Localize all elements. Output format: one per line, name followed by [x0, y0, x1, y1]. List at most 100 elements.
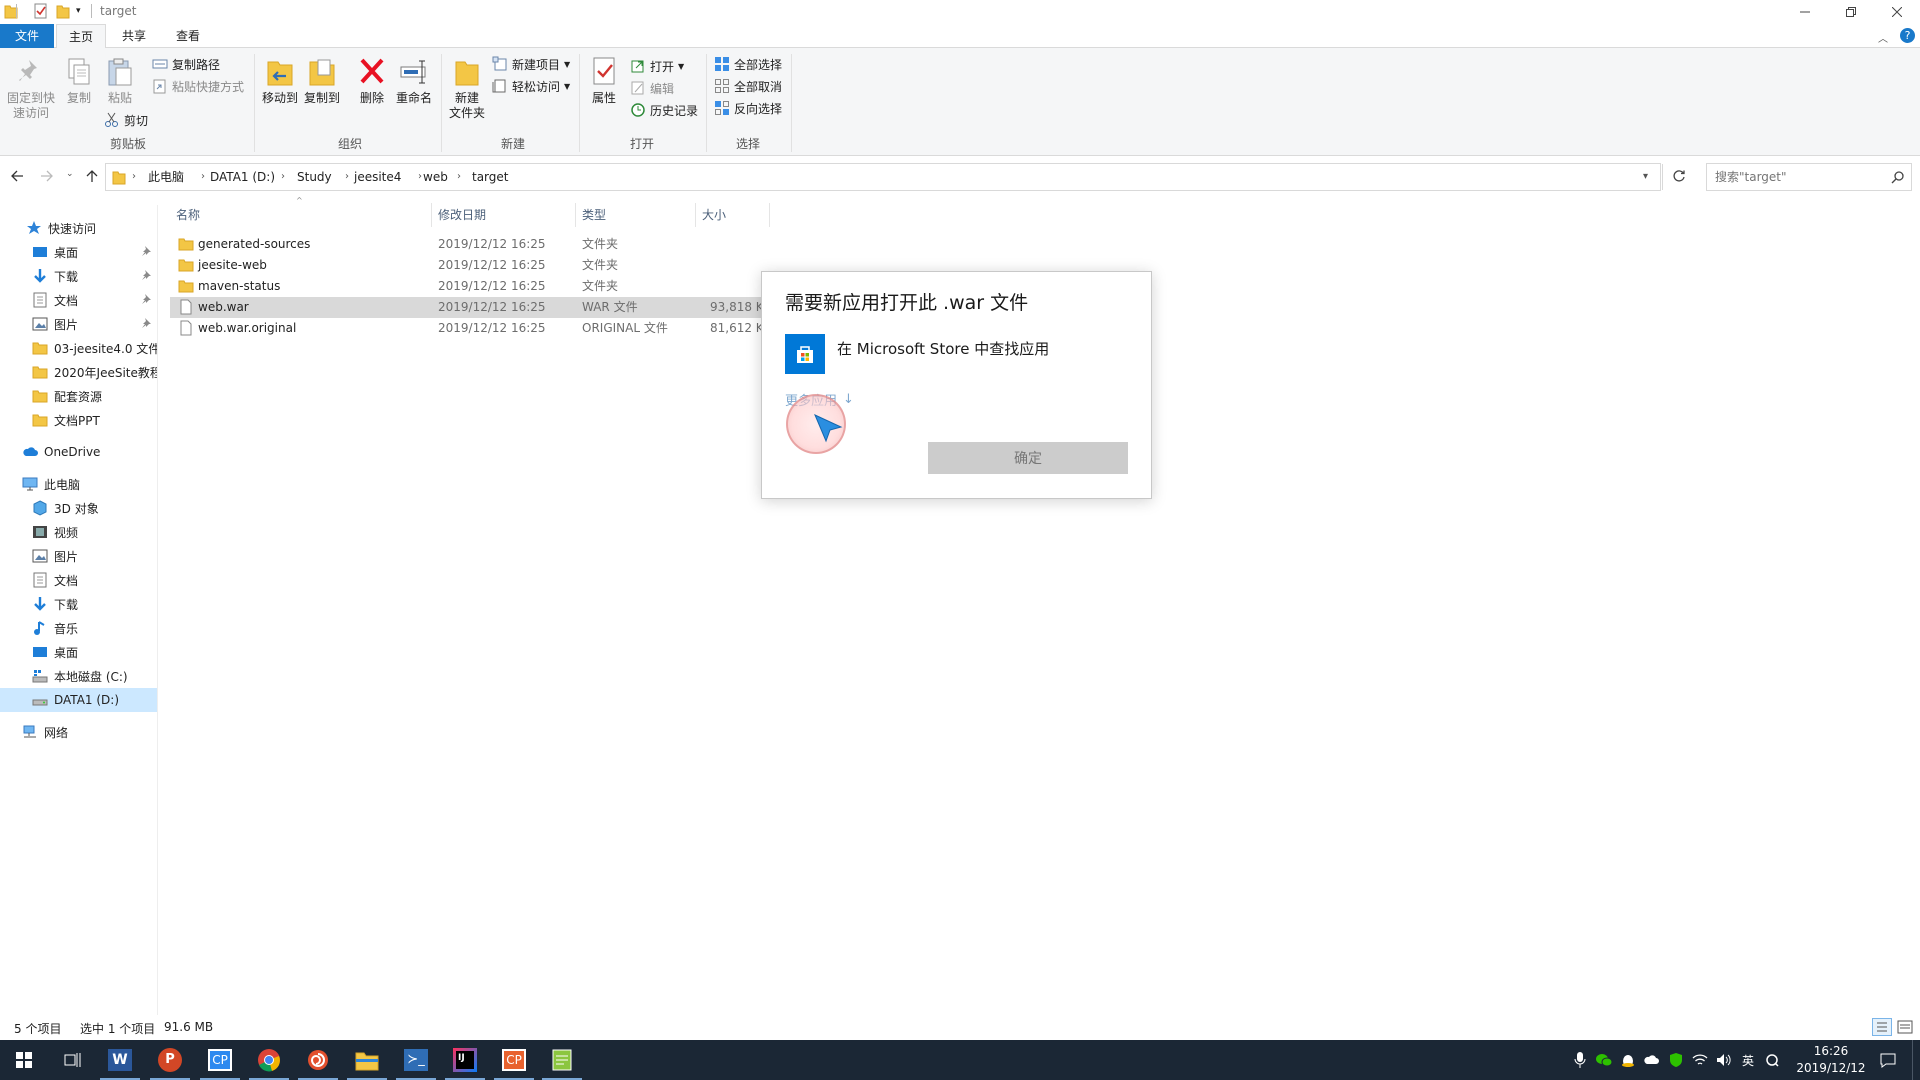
action-center-icon[interactable] — [1874, 1040, 1902, 1080]
properties-button[interactable]: 属性 — [584, 56, 624, 106]
breadcrumb-target[interactable]: target — [472, 164, 509, 190]
new-folder-quick-icon[interactable] — [56, 3, 72, 19]
sidebar-item-quick-access[interactable]: 快速访问 — [0, 216, 157, 240]
file-row[interactable]: maven-status 2019/12/12 16:25 文件夹 — [170, 276, 782, 297]
input-method-indicator[interactable]: 英 — [1736, 1040, 1760, 1080]
sidebar-item-jeesite-tutorial[interactable]: 2020年JeeSite教程 — [0, 360, 157, 384]
edit-button[interactable]: 编辑 — [630, 78, 674, 98]
customize-quick-access-icon[interactable]: ▾ — [76, 6, 92, 22]
microphone-icon[interactable] — [1568, 1040, 1592, 1080]
minimize-button[interactable] — [1782, 0, 1828, 24]
file-row[interactable]: generated-sources 2019/12/12 16:25 文件夹 — [170, 234, 782, 255]
address-bar[interactable]: › 此电脑 › DATA1 (D:) › Study › jeesite4 › … — [105, 163, 1663, 191]
file-row[interactable]: web.war 2019/12/12 16:25 WAR 文件 93,818 K — [170, 297, 782, 318]
sidebar-item-jeesite-files[interactable]: 03-jeesite4.0 文件 — [0, 336, 157, 360]
search-tray-icon[interactable] — [1760, 1040, 1784, 1080]
copy-path-button[interactable]: 复制路径 — [152, 54, 220, 74]
sidebar-item-pc-desktop[interactable]: 桌面 — [0, 640, 157, 664]
invert-selection-button[interactable]: 反向选择 — [714, 98, 782, 118]
taskbar-explorer-icon[interactable] — [343, 1040, 391, 1080]
breadcrumb-this-pc[interactable]: 此电脑 — [148, 164, 184, 190]
sidebar-item-network[interactable]: 网络 — [0, 720, 157, 744]
copy-to-button[interactable]: 复制到 — [300, 56, 344, 106]
sidebar-item-drive-c[interactable]: 本地磁盘 (C:) — [0, 664, 157, 688]
breadcrumb-separator-icon[interactable]: › — [345, 164, 349, 190]
show-desktop-button[interactable] — [1912, 1040, 1920, 1080]
sidebar-item-3d-objects[interactable]: 3D 对象 — [0, 496, 157, 520]
back-arrow-icon[interactable] — [10, 169, 24, 183]
breadcrumb-data1[interactable]: DATA1 (D:) — [210, 164, 275, 190]
file-row[interactable]: web.war.original 2019/12/12 16:25 ORIGIN… — [170, 318, 782, 339]
sidebar-item-pictures[interactable]: 图片 — [0, 312, 157, 336]
tab-view[interactable]: 查看 — [162, 24, 214, 48]
task-view-icon[interactable] — [48, 1040, 96, 1080]
taskbar-powershell-icon[interactable]: ≻_ — [392, 1040, 440, 1080]
collapse-ribbon-icon[interactable]: ︿ — [1878, 30, 1888, 45]
move-to-button[interactable]: 移动到 — [258, 56, 302, 106]
easy-access-button[interactable]: 轻松访问 ▼ — [492, 76, 570, 96]
new-folder-button[interactable]: 新建 文件夹 — [446, 56, 488, 121]
refresh-icon[interactable] — [1672, 169, 1686, 183]
breadcrumb-separator-icon[interactable]: › — [457, 164, 461, 190]
taskbar-app-icon[interactable]: CP — [196, 1040, 244, 1080]
recent-locations-icon[interactable]: ⌄ — [66, 169, 74, 179]
sidebar-item-documents[interactable]: 文档 — [0, 288, 157, 312]
cloud-sync-icon[interactable] — [1640, 1040, 1664, 1080]
up-arrow-icon[interactable] — [85, 169, 99, 183]
restore-button[interactable] — [1828, 0, 1874, 24]
sidebar-item-downloads[interactable]: 下载 — [0, 264, 157, 288]
column-size[interactable]: 大小 — [696, 203, 770, 227]
breadcrumb-jeesite4[interactable]: jeesite4 — [354, 164, 401, 190]
copy-button[interactable]: 复制 — [60, 56, 98, 106]
close-button[interactable] — [1874, 0, 1920, 24]
tab-share[interactable]: 共享 — [108, 24, 160, 48]
large-icons-view-icon[interactable] — [1897, 1019, 1913, 1035]
sidebar-item-drive-d[interactable]: DATA1 (D:) — [0, 688, 157, 712]
search-icon[interactable] — [1891, 170, 1905, 184]
select-all-button[interactable]: 全部选择 — [714, 54, 782, 74]
delete-button[interactable]: 删除 — [352, 56, 392, 106]
wifi-icon[interactable] — [1688, 1040, 1712, 1080]
details-view-icon[interactable] — [1872, 1018, 1892, 1036]
breadcrumb-separator-icon[interactable]: › — [418, 164, 422, 190]
breadcrumb-separator-icon[interactable]: › — [201, 164, 205, 190]
address-history-chevron-icon[interactable]: ▾ — [1643, 171, 1648, 182]
security-shield-icon[interactable] — [1664, 1040, 1688, 1080]
breadcrumb-separator-icon[interactable]: › — [132, 164, 136, 190]
sidebar-item-resources[interactable]: 配套资源 — [0, 384, 157, 408]
select-none-button[interactable]: 全部取消 — [714, 76, 782, 96]
sidebar-item-desktop[interactable]: 桌面 — [0, 240, 157, 264]
wechat-icon[interactable] — [1592, 1040, 1616, 1080]
start-button[interactable] — [0, 1040, 48, 1080]
taskbar-notepad-icon[interactable] — [538, 1040, 586, 1080]
paste-shortcut-button[interactable]: 粘贴快捷方式 — [152, 76, 244, 96]
breadcrumb-web[interactable]: web — [423, 164, 448, 190]
forward-arrow-icon[interactable] — [40, 169, 54, 183]
sidebar-item-this-pc[interactable]: 此电脑 — [0, 472, 157, 496]
column-date-modified[interactable]: 修改日期 — [432, 203, 576, 227]
history-button[interactable]: 历史记录 — [630, 100, 698, 120]
pin-to-quick-access-button[interactable]: 固定到快 速访问 — [6, 56, 56, 121]
volume-icon[interactable] — [1712, 1040, 1736, 1080]
tab-file[interactable]: 文件 — [0, 24, 54, 48]
tab-home[interactable]: 主页 — [56, 24, 106, 49]
sidebar-item-pc-pictures[interactable]: 图片 — [0, 544, 157, 568]
sidebar-item-pc-downloads[interactable]: 下载 — [0, 592, 157, 616]
sidebar-item-videos[interactable]: 视频 — [0, 520, 157, 544]
breadcrumb-study[interactable]: Study — [297, 164, 332, 190]
taskbar-chrome-icon[interactable] — [245, 1040, 293, 1080]
open-button[interactable]: 打开 ▼ — [630, 56, 684, 76]
taskbar-app2-icon[interactable]: CP — [490, 1040, 538, 1080]
system-clock[interactable]: 16:26 2019/12/12 — [1790, 1043, 1872, 1077]
ok-button[interactable]: 确定 — [928, 442, 1128, 474]
rename-button[interactable]: 重命名 — [392, 56, 436, 106]
sidebar-item-pc-documents[interactable]: 文档 — [0, 568, 157, 592]
taskbar-powerpoint-icon[interactable]: P — [146, 1040, 194, 1080]
properties-quick-icon[interactable] — [33, 3, 49, 19]
paste-button[interactable]: 粘贴 — [100, 56, 140, 106]
new-item-button[interactable]: 新建项目 ▼ — [492, 54, 570, 74]
sidebar-item-music[interactable]: 音乐 — [0, 616, 157, 640]
sidebar-item-ppt[interactable]: 文档PPT — [0, 408, 157, 432]
cut-button[interactable]: 剪切 — [104, 110, 148, 130]
taskbar-snail-icon[interactable] — [294, 1040, 342, 1080]
